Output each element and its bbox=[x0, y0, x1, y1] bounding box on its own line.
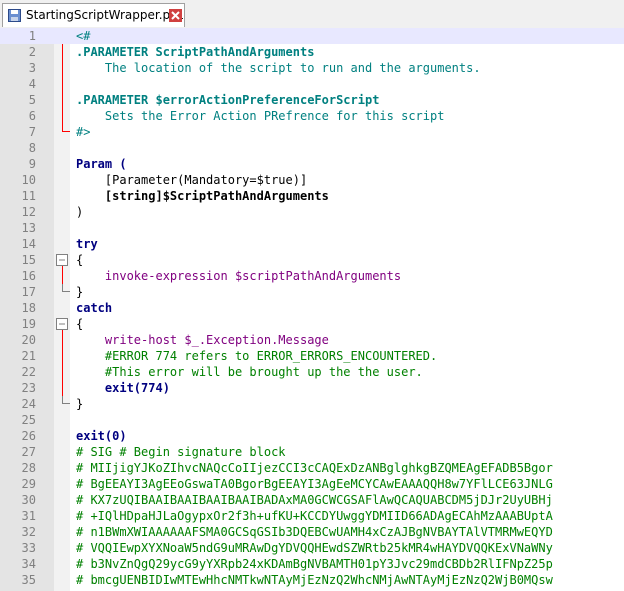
code-line: 10 [Parameter(Mandatory=$true)] bbox=[21, 173, 308, 187]
code-line: 11 [string]$ScriptPathAndArguments bbox=[21, 189, 329, 203]
close-icon[interactable] bbox=[169, 9, 182, 22]
tab-label: StartingScriptWrapper.ps1 bbox=[26, 8, 185, 22]
code-line: 35 # bmcgUENBIDIwMTEwHhcNMTkwNTAyMjEzNzQ2… bbox=[21, 573, 553, 587]
code-line: 7 #> bbox=[28, 125, 91, 139]
code-line: 28 # MIIjigYJKoZIhvcNAQcCoIIjezCCI3cCAQEx… bbox=[21, 461, 553, 475]
code-line: 18 catch bbox=[21, 301, 113, 315]
code-line: 23 exit(774) bbox=[21, 381, 170, 395]
code-line: 13 bbox=[21, 221, 36, 235]
code-line: 9 Param ( bbox=[28, 157, 127, 171]
code-line: 12) bbox=[21, 205, 84, 219]
code-line: 6 Sets the Error Action PRefrence for th… bbox=[28, 109, 445, 123]
code-line: 21 #ERROR 774 refers to ERROR_ERRORS_ENC… bbox=[21, 349, 438, 363]
code-line: 34 # b3NvZnQgQ29ycG9yYXRpb24xKDAmBgNVBAMT… bbox=[21, 557, 553, 571]
code-line: 16 invoke-expression $scriptPathAndArgum… bbox=[21, 269, 402, 283]
tab-startingscriptwrapper[interactable]: StartingScriptWrapper.ps1 bbox=[2, 3, 185, 27]
code-line: 1 <# bbox=[0, 28, 624, 44]
code-line: 4 bbox=[28, 77, 36, 91]
code-line: 22 #This error will be brought up the th… bbox=[21, 365, 423, 379]
code-line: 2 .PARAMETER ScriptPathAndArguments bbox=[28, 45, 315, 59]
code-line: 25 bbox=[21, 413, 36, 427]
code-line: 24} bbox=[21, 397, 84, 411]
code-line: 3 The location of the script to run and … bbox=[28, 61, 481, 75]
code-editor[interactable]: 1 <# 2 .PARAMETER ScriptPathAndArguments 3… bbox=[0, 28, 624, 591]
code-line: 15{ bbox=[21, 253, 84, 267]
code-line: 14 try bbox=[21, 237, 98, 251]
code-line: 31 # +IQlHDpaHJLaOgypxOr2f3h+ufKU+KCCDYUw… bbox=[21, 509, 553, 523]
code-line: 30 # KX7zUQIBAAIBAAIBAAIBAAIBADAxMA0GCWCG… bbox=[21, 493, 553, 507]
code-line: 27 # SIG # Begin signature block bbox=[21, 445, 286, 459]
code-line: 17} bbox=[21, 285, 84, 299]
tab-bar: StartingScriptWrapper.ps1 bbox=[0, 0, 624, 29]
code-line: 20 write-host $_.Exception.Message bbox=[21, 333, 329, 347]
code-line: 26 exit(0) bbox=[21, 429, 127, 443]
code-line: 8 bbox=[28, 141, 36, 155]
save-status-icon bbox=[8, 9, 21, 22]
code-line: 29 # BgEEAYI3AgEEoGswaTA0BgorBgEEAYI3AgEe… bbox=[21, 477, 553, 491]
code-line: 32 # n1BWmXWIAAAAAAFSMA0GCSqGSIb3DQEBCwUA… bbox=[21, 525, 553, 539]
code-line: 19{ bbox=[21, 317, 84, 331]
code-line: 33 # VQQIEwpXYXNoaW5ndG9uMRAwDgYDVQQHEwdS… bbox=[21, 541, 553, 555]
code-line: 5 .PARAMETER $errorActionPreferenceForScr… bbox=[28, 93, 380, 107]
